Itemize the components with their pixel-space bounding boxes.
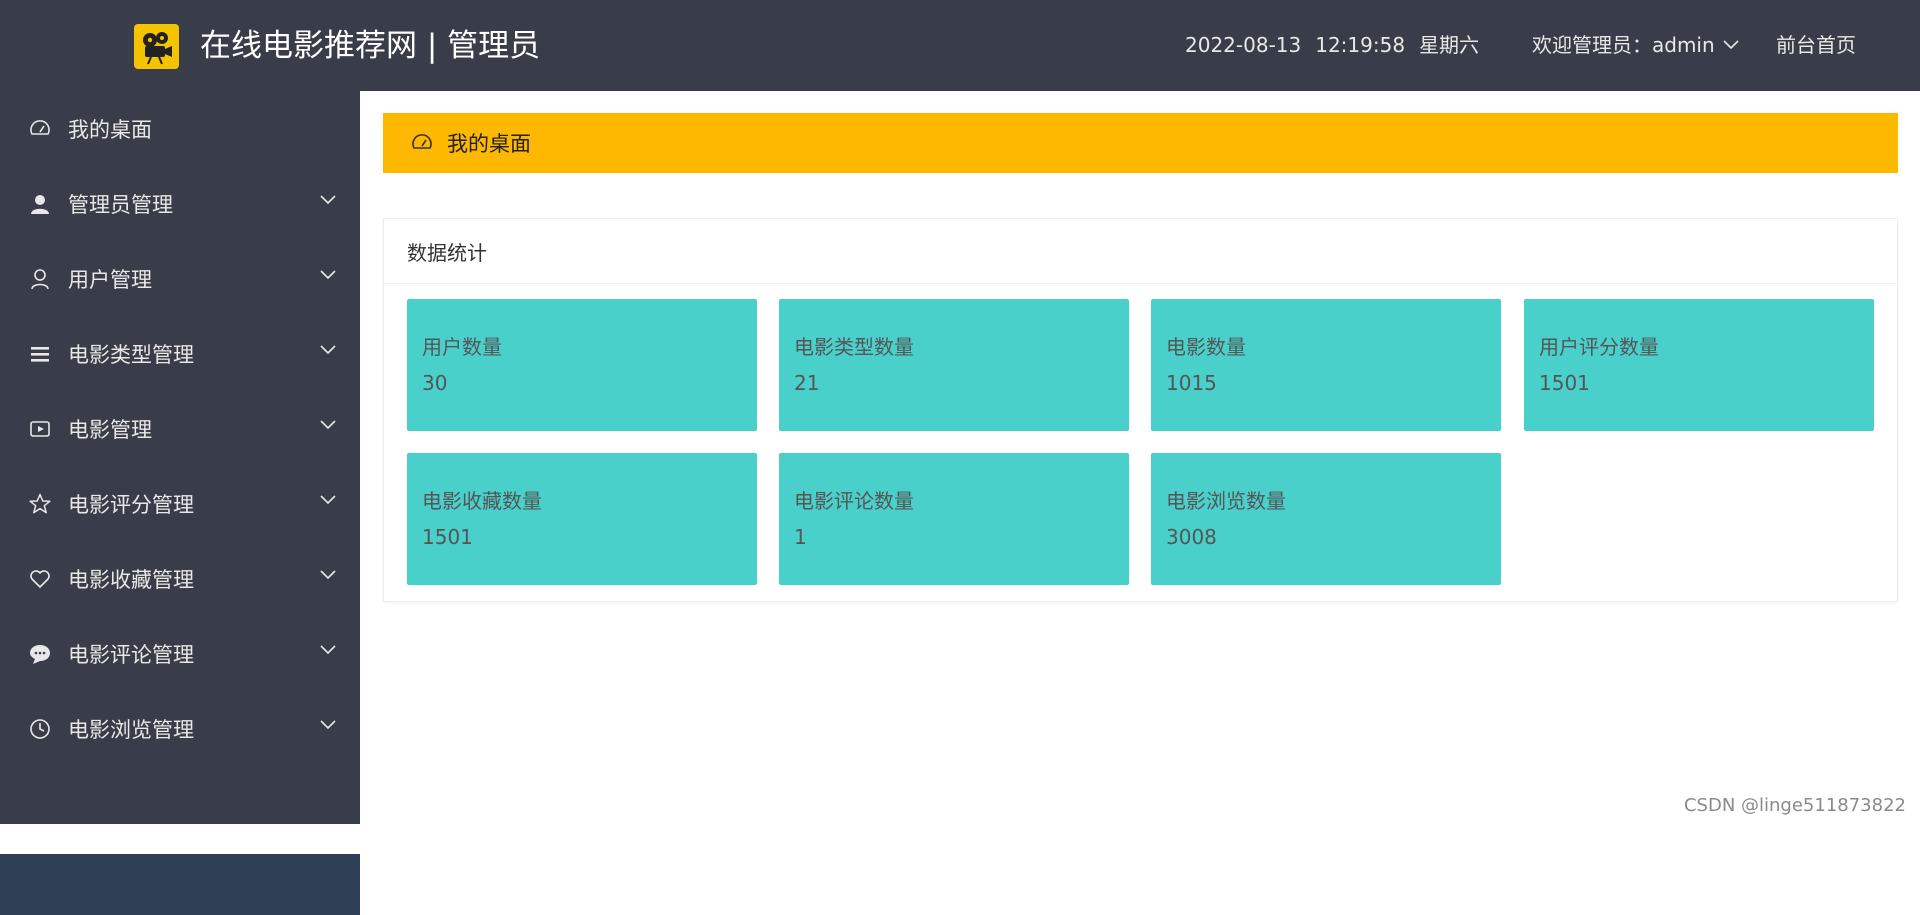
stat-tile-favorites[interactable]: 电影收藏数量 1501 xyxy=(407,453,757,585)
chevron-down-icon xyxy=(320,270,336,280)
sidebar-item-user-management[interactable]: 用户管理 xyxy=(0,241,360,316)
chevron-down-icon xyxy=(320,345,336,355)
chevron-down-icon xyxy=(320,645,336,655)
sidebar-item-label: 电影浏览管理 xyxy=(68,717,194,742)
user-outline-icon xyxy=(28,267,52,291)
stat-value: 30 xyxy=(422,371,448,395)
stat-tile-movie-types[interactable]: 电影类型数量 21 xyxy=(779,299,1129,431)
sidebar-item-movie-management[interactable]: 电影管理 xyxy=(0,391,360,466)
list-icon xyxy=(28,342,52,366)
sidebar-item-label: 电影类型管理 xyxy=(68,342,194,367)
time-text: 12:19:58 xyxy=(1315,33,1406,57)
admin-user-menu[interactable]: 欢迎管理员：admin xyxy=(1532,31,1739,59)
chevron-down-icon xyxy=(320,195,336,205)
date-text: 2022-08-13 xyxy=(1185,33,1302,57)
sidebar-item-browse-management[interactable]: 电影浏览管理 xyxy=(0,691,360,766)
frontend-home-link[interactable]: 前台首页 xyxy=(1776,31,1856,59)
stat-label: 电影浏览数量 xyxy=(1166,489,1286,513)
watermark: CSDN @linge511873822 xyxy=(1683,795,1906,816)
user-solid-icon xyxy=(28,192,52,216)
sidebar-footer xyxy=(0,854,360,915)
stat-label: 电影收藏数量 xyxy=(422,489,542,513)
stat-tile-ratings[interactable]: 用户评分数量 1501 xyxy=(1524,299,1874,431)
comment-icon xyxy=(28,642,52,666)
statistics-card: 数据统计 用户数量 30 电影类型数量 21 电影数量 1015 用户评分数量 … xyxy=(383,218,1898,602)
stat-label: 电影数量 xyxy=(1166,335,1246,359)
stat-tile-comments[interactable]: 电影评论数量 1 xyxy=(779,453,1129,585)
stat-value: 21 xyxy=(794,371,820,395)
sidebar-item-dashboard[interactable]: 我的桌面 xyxy=(0,91,360,166)
stat-value: 3008 xyxy=(1166,525,1217,549)
sidebar-item-label: 用户管理 xyxy=(68,267,152,292)
stat-value: 1015 xyxy=(1166,371,1217,395)
sidebar-item-label: 管理员管理 xyxy=(68,192,173,217)
statistics-card-title: 数据统计 xyxy=(384,219,1897,284)
stat-label: 电影评论数量 xyxy=(794,489,914,513)
heart-icon xyxy=(28,567,52,591)
stat-tile-browses[interactable]: 电影浏览数量 3008 xyxy=(1151,453,1501,585)
sidebar: 我的桌面 管理员管理 用户管理 电影类型管理 电影管理 电影评分管理 电影收藏管… xyxy=(0,91,360,915)
sidebar-item-label: 我的桌面 xyxy=(68,117,152,142)
welcome-text: 欢迎管理员：admin xyxy=(1532,33,1715,57)
page-banner: 我的桌面 xyxy=(383,113,1898,173)
sidebar-item-label: 电影评分管理 xyxy=(68,492,194,517)
top-header: 在线电影推荐网 | 管理员 2022-08-13 12:19:58 星期六 欢迎管理… xyxy=(0,0,1920,91)
stat-label: 电影类型数量 xyxy=(794,335,914,359)
sidebar-item-favorite-management[interactable]: 电影收藏管理 xyxy=(0,541,360,616)
chevron-down-icon xyxy=(320,495,336,505)
page-title: 我的桌面 xyxy=(447,132,531,156)
film-camera-logo-icon[interactable] xyxy=(134,24,179,69)
sidebar-item-comment-management[interactable]: 电影评论管理 xyxy=(0,616,360,691)
star-icon xyxy=(28,492,52,516)
chevron-down-icon xyxy=(320,570,336,580)
sidebar-item-admin-management[interactable]: 管理员管理 xyxy=(0,166,360,241)
sidebar-item-label: 电影收藏管理 xyxy=(68,567,194,592)
chevron-down-icon xyxy=(1723,40,1739,50)
stat-label: 用户评分数量 xyxy=(1539,335,1659,359)
sidebar-item-movie-type-management[interactable]: 电影类型管理 xyxy=(0,316,360,391)
stat-value: 1 xyxy=(794,525,807,549)
stat-value: 1501 xyxy=(1539,371,1590,395)
datetime-display: 2022-08-13 12:19:58 星期六 xyxy=(1185,31,1493,59)
sidebar-item-label: 电影管理 xyxy=(68,417,152,442)
stat-tile-movies[interactable]: 电影数量 1015 xyxy=(1151,299,1501,431)
sidebar-item-rating-management[interactable]: 电影评分管理 xyxy=(0,466,360,541)
chevron-down-icon xyxy=(320,420,336,430)
app-title: 在线电影推荐网 | 管理员 xyxy=(200,28,541,64)
sidebar-item-label: 电影评论管理 xyxy=(68,642,194,667)
dashboard-icon xyxy=(28,117,52,141)
stat-label: 用户数量 xyxy=(422,335,502,359)
weekday-text: 星期六 xyxy=(1419,33,1480,57)
video-icon xyxy=(28,417,52,441)
stat-value: 1501 xyxy=(422,525,473,549)
clock-icon xyxy=(28,717,52,741)
stat-tile-users[interactable]: 用户数量 30 xyxy=(407,299,757,431)
dashboard-icon xyxy=(411,132,433,154)
chevron-down-icon xyxy=(320,720,336,730)
